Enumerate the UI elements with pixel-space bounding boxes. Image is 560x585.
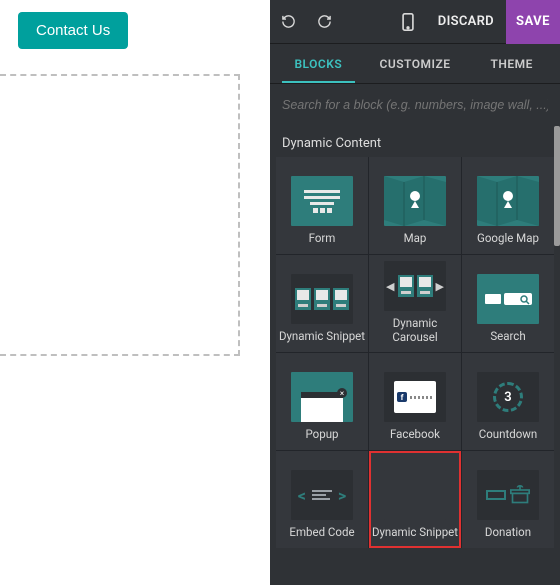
drop-zone[interactable] <box>0 74 240 356</box>
form-icon <box>291 176 353 226</box>
block-label: Facebook <box>390 428 440 442</box>
block-search-input[interactable] <box>280 92 550 118</box>
facebook-icon: f <box>384 372 446 422</box>
block-label: Popup <box>306 428 339 442</box>
block-label: Countdown <box>479 428 538 442</box>
discard-button[interactable]: DISCARD <box>426 0 506 44</box>
search-row <box>270 84 560 126</box>
tab-blocks[interactable]: BLOCKS <box>270 44 367 83</box>
block-label: Google Map <box>477 232 539 246</box>
topbar: DISCARD SAVE <box>270 0 560 44</box>
mobile-icon <box>402 13 414 31</box>
undo-button[interactable] <box>270 0 306 44</box>
google-map-icon <box>477 176 539 226</box>
search-block-icon <box>477 274 539 324</box>
block-label: Donation <box>485 526 531 540</box>
panel-tabs: BLOCKS CUSTOMIZE THEME <box>270 44 560 84</box>
block-countdown[interactable]: 3 Countdown <box>462 353 554 450</box>
block-dynamic-carousel[interactable]: ◀▶ Dynamic Carousel <box>369 255 461 352</box>
block-dynamic-snippet[interactable]: Dynamic Snippet <box>276 255 368 352</box>
dynamic-snippet-placeholder-icon <box>384 470 446 520</box>
map-icon <box>384 176 446 226</box>
block-label: Search <box>490 330 525 344</box>
dynamic-carousel-icon: ◀▶ <box>384 261 446 311</box>
embed-code-icon: < > <box>291 470 353 520</box>
popup-icon: × <box>291 372 353 422</box>
block-label: Dynamic Carousel <box>371 317 459 344</box>
undo-icon <box>281 14 296 29</box>
section-title-dynamic-content: Dynamic Content <box>270 126 560 157</box>
save-button[interactable]: SAVE <box>506 0 560 44</box>
block-form[interactable]: Form <box>276 157 368 254</box>
block-popup[interactable]: × Popup <box>276 353 368 450</box>
block-label: Dynamic Snippet <box>372 526 458 540</box>
scrollbar[interactable] <box>554 126 560 246</box>
block-label: Dynamic Snippet <box>279 330 365 344</box>
editor-panel: DISCARD SAVE BLOCKS CUSTOMIZE THEME Dyna… <box>270 0 560 585</box>
mobile-preview-button[interactable] <box>390 0 426 44</box>
page-canvas: Contact Us <box>0 0 270 585</box>
tab-customize[interactable]: CUSTOMIZE <box>367 44 464 83</box>
redo-icon <box>317 14 332 29</box>
redo-button[interactable] <box>306 0 342 44</box>
block-map[interactable]: Map <box>369 157 461 254</box>
blocks-grid: Form Map Google Map Dynamic Snippet <box>276 157 554 548</box>
block-google-map[interactable]: Google Map <box>462 157 554 254</box>
block-label: Map <box>404 232 427 246</box>
block-search[interactable]: Search <box>462 255 554 352</box>
block-embed-code[interactable]: < > Embed Code <box>276 451 368 548</box>
block-dynamic-snippet-selected[interactable]: Dynamic Snippet <box>369 451 461 548</box>
tab-theme[interactable]: THEME <box>463 44 560 83</box>
donation-icon <box>477 470 539 520</box>
dynamic-snippet-icon <box>291 274 353 324</box>
block-donation[interactable]: Donation <box>462 451 554 548</box>
block-facebook[interactable]: f Facebook <box>369 353 461 450</box>
block-label: Embed Code <box>289 526 354 540</box>
block-label: Form <box>309 232 336 246</box>
countdown-icon: 3 <box>477 372 539 422</box>
contact-us-button[interactable]: Contact Us <box>18 12 128 49</box>
